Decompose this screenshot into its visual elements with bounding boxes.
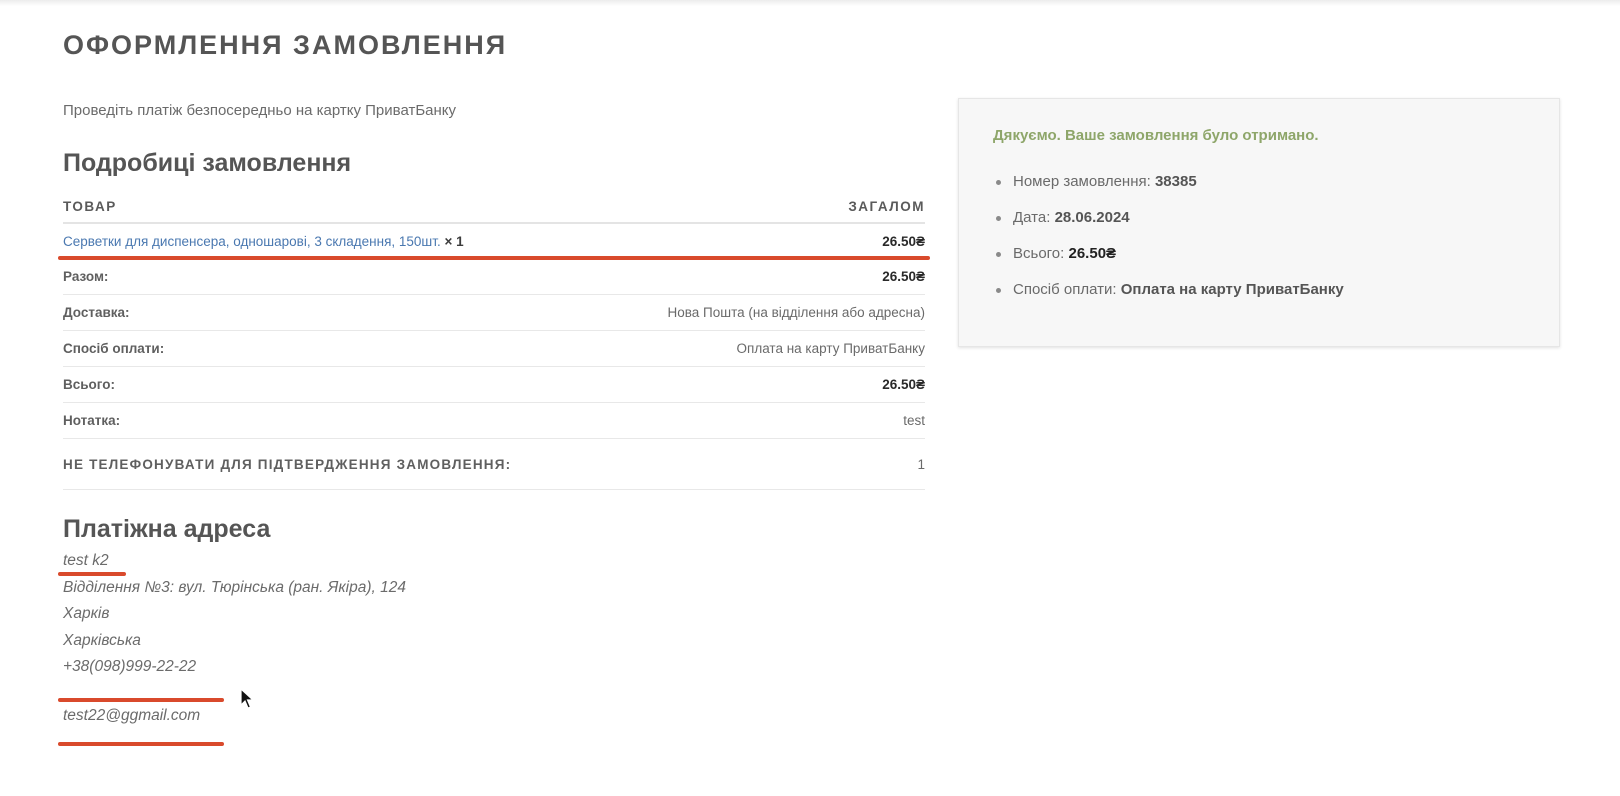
shipping-row: Доставка: Нова Пошта (на відділення або … <box>63 295 925 331</box>
product-quantity: × 1 <box>444 233 464 249</box>
order-date-item: Дата: 28.06.2024 <box>993 207 1344 243</box>
order-received-box: Дякуємо. Ваше замовлення було отримано. … <box>958 98 1560 347</box>
column-total: ЗАГАЛОМ <box>848 198 925 214</box>
payment-method-value: Оплата на карту ПриватБанку <box>736 341 925 356</box>
billing-city: Харків <box>63 605 110 622</box>
total-label: Всього: <box>63 377 115 392</box>
note-label: Нотатка: <box>63 413 121 428</box>
order-payment-label: Спосіб оплати: <box>1013 281 1117 298</box>
mouse-pointer-icon <box>240 688 255 709</box>
highlight-underline-item <box>58 256 930 260</box>
total-row: Всього: 26.50₴ <box>63 367 925 403</box>
highlight-underline-name <box>58 572 126 576</box>
order-total-value: 26.50₴ <box>1068 245 1117 262</box>
subtotal-label: Разом: <box>63 269 109 284</box>
highlight-underline-email <box>58 742 224 746</box>
shipping-value: Нова Пошта (на відділення або адресна) <box>667 305 925 320</box>
payment-method-label: Спосіб оплати: <box>63 341 165 356</box>
billing-address-heading: Платіжна адреса <box>63 515 271 543</box>
order-details-table: ТОВАР ЗАГАЛОМ Серветки для диспенсера, о… <box>63 190 925 490</box>
billing-branch: Відділення №3: вул. Тюрінська (ран. Якір… <box>63 578 406 596</box>
dont-call-row: НЕ ТЕЛЕФОНУВАТИ ДЛЯ ПІДТВЕРДЖЕННЯ ЗАМОВЛ… <box>63 439 925 490</box>
order-number-label: Номер замовлення: <box>1013 173 1151 190</box>
shipping-label: Доставка: <box>63 305 130 320</box>
payment-method-row: Спосіб оплати: Оплата на карту ПриватБан… <box>63 331 925 367</box>
order-number-value: 38385 <box>1154 173 1197 190</box>
billing-email: test22@ggmail.com <box>63 706 201 724</box>
subtotal-value: 26.50₴ <box>882 269 925 284</box>
billing-name: test k2 <box>63 552 109 569</box>
dont-call-label: НЕ ТЕЛЕФОНУВАТИ ДЛЯ ПІДТВЕРДЖЕННЯ ЗАМОВЛ… <box>63 456 512 472</box>
order-date-label: Дата: <box>1013 209 1051 226</box>
product-link[interactable]: Серветки для диспенсера, одношарові, 3 с… <box>63 234 441 249</box>
item-price: 26.50₴ <box>882 233 925 249</box>
thank-you-message: Дякуємо. Ваше замовлення було отримано. <box>993 127 1319 144</box>
dont-call-value: 1 <box>917 456 925 472</box>
top-shadow <box>0 0 1620 6</box>
note-row: Нотатка: test <box>63 403 925 439</box>
column-product: ТОВАР <box>63 198 117 214</box>
order-item-cell: Серветки для диспенсера, одношарові, 3 с… <box>63 234 464 249</box>
order-item-row: Серветки для диспенсера, одношарові, 3 с… <box>63 224 925 259</box>
order-total-item: Всього: 26.50₴ <box>993 243 1344 279</box>
billing-region: Харківська <box>63 631 141 649</box>
table-header: ТОВАР ЗАГАЛОМ <box>63 190 925 224</box>
billing-phone: +38(098)999-22-22 <box>63 658 197 675</box>
page-title: ОФОРМЛЕННЯ ЗАМОВЛЕННЯ <box>63 30 508 60</box>
highlight-underline-phone <box>58 698 224 702</box>
note-value: test <box>903 413 925 428</box>
subtotal-row: Разом: 26.50₴ <box>63 259 925 295</box>
order-details-heading: Подробиці замовлення <box>63 149 352 177</box>
order-overview-list: Номер замовлення: 38385 Дата: 28.06.2024… <box>993 171 1344 315</box>
order-payment-value: Оплата на карту ПриватБанку <box>1120 281 1344 298</box>
total-value: 26.50₴ <box>882 377 925 392</box>
payment-intro-text: Проведіть платіж безпосередньо на картку… <box>63 102 457 119</box>
order-number-item: Номер замовлення: 38385 <box>993 171 1344 207</box>
order-payment-item: Спосіб оплати: Оплата на карту ПриватБан… <box>993 279 1344 315</box>
order-total-label: Всього: <box>1013 245 1065 262</box>
order-date-value: 28.06.2024 <box>1054 209 1130 226</box>
